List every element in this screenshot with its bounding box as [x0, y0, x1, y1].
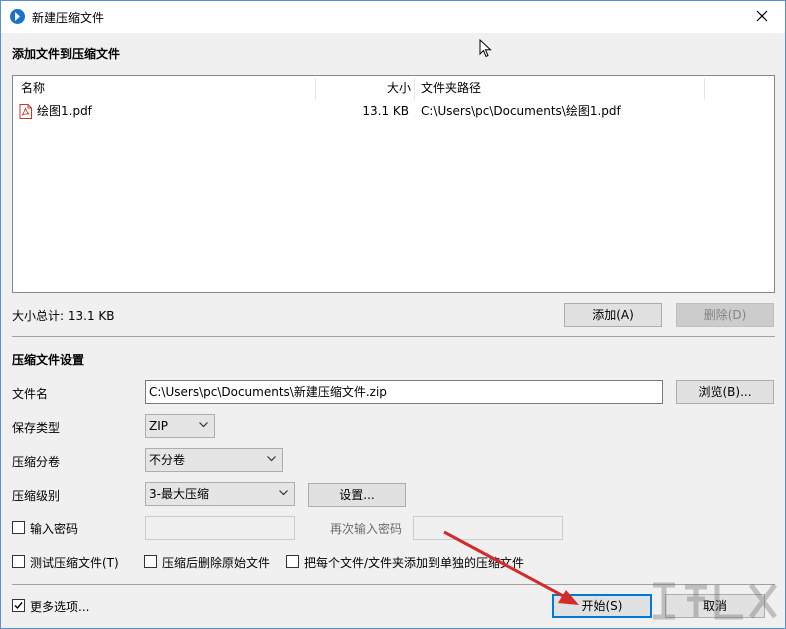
cancel-button[interactable]: 取消 — [665, 594, 765, 618]
delete-after-checkbox[interactable] — [144, 555, 157, 568]
delete-button[interactable]: 删除(D) — [676, 303, 774, 327]
checkmark-icon — [14, 602, 23, 610]
footer-divider — [12, 584, 775, 585]
app-logo-icon — [10, 9, 25, 24]
password-input[interactable] — [145, 516, 295, 540]
column-header-path[interactable]: 文件夹路径 — [421, 76, 481, 100]
file-name-cell: 绘图1.pdf — [37, 104, 92, 118]
save-type-label: 保存类型 — [12, 421, 61, 435]
repeat-password-input[interactable] — [413, 516, 563, 540]
compression-level-value: 3-最大压缩 — [149, 487, 209, 501]
section-divider — [12, 336, 775, 337]
separate-archives-label[interactable]: 把每个文件/文件夹添加到单独的压缩文件 — [304, 554, 524, 571]
password-label[interactable]: 输入密码 — [30, 520, 78, 537]
file-list-header: 名称 大小 文件夹路径 — [13, 76, 774, 100]
column-header-size[interactable]: 大小 — [315, 76, 411, 100]
filename-label: 文件名 — [12, 387, 49, 401]
start-button[interactable]: 开始(S) — [552, 594, 652, 618]
password-checkbox[interactable] — [12, 521, 25, 534]
browse-button[interactable]: 浏览(B)... — [676, 380, 774, 404]
test-archive-checkbox[interactable] — [12, 555, 25, 568]
file-size-cell: 13.1 KB — [362, 104, 409, 118]
repeat-password-label: 再次输入密码 — [330, 522, 403, 536]
file-path-cell: C:\Users\pc\Documents\绘图1.pdf — [421, 104, 621, 118]
split-volume-select[interactable]: 不分卷 — [145, 448, 283, 472]
save-type-select[interactable]: ZIP — [145, 414, 215, 438]
chevron-down-icon — [199, 422, 208, 428]
filename-input[interactable]: C:\Users\pc\Documents\新建压缩文件.zip — [145, 380, 663, 404]
add-files-section-title: 添加文件到压缩文件 — [12, 47, 121, 61]
compression-level-select[interactable]: 3-最大压缩 — [145, 482, 295, 506]
table-row[interactable]: 绘图1.pdf 13.1 KB C:\Users\pc\Documents\绘图… — [13, 101, 774, 121]
compression-level-label: 压缩级别 — [12, 489, 61, 503]
total-size-label: 大小总计: 13.1 KB — [12, 309, 115, 323]
separate-archives-checkbox[interactable] — [286, 555, 299, 568]
split-volume-value: 不分卷 — [149, 453, 186, 467]
delete-after-label[interactable]: 压缩后删除原始文件 — [162, 554, 270, 571]
close-button[interactable] — [739, 1, 785, 32]
file-list[interactable]: 名称 大小 文件夹路径 绘图1.pdf 13.1 KB C:\Users\pc\… — [12, 75, 775, 293]
more-options-checkbox[interactable] — [12, 599, 25, 612]
chevron-down-icon — [267, 456, 276, 462]
chevron-down-icon — [279, 490, 288, 496]
test-archive-label[interactable]: 测试压缩文件(T) — [30, 554, 119, 571]
add-button[interactable]: 添加(A) — [564, 303, 662, 327]
compression-settings-button[interactable]: 设置... — [308, 483, 406, 507]
column-header-name[interactable]: 名称 — [21, 76, 45, 100]
pdf-file-icon — [19, 104, 32, 119]
split-volume-label: 压缩分卷 — [12, 455, 61, 469]
window-title: 新建压缩文件 — [32, 11, 105, 25]
save-type-value: ZIP — [149, 419, 168, 433]
archive-settings-section-title: 压缩文件设置 — [12, 353, 85, 367]
mouse-cursor-icon — [479, 39, 492, 58]
close-icon — [756, 10, 768, 22]
new-archive-dialog: 新建压缩文件 添加文件到压缩文件 名称 大小 文件夹路径 绘图1.pdf 13.… — [0, 0, 786, 629]
more-options-label[interactable]: 更多选项... — [30, 598, 89, 615]
title-bar: 新建压缩文件 — [1, 1, 785, 33]
column-separator[interactable] — [704, 78, 705, 100]
column-separator[interactable] — [414, 78, 415, 100]
